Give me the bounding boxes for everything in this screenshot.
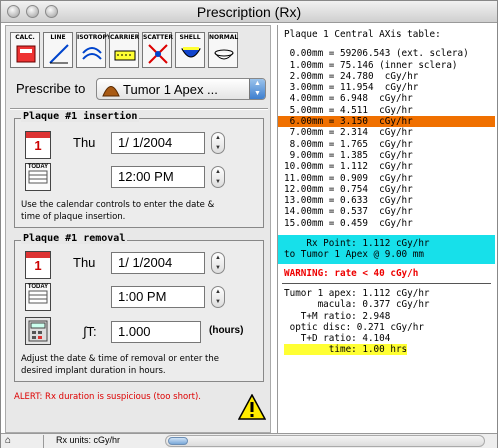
table-row: 6.00mm = 3.150 cGy/hr	[278, 116, 495, 128]
carrier-button[interactable]: CARRIER	[109, 32, 139, 68]
scatter-icon	[148, 44, 168, 64]
duration-label: ∫T:	[83, 324, 97, 339]
table-row: 1.00mm = 75.146 (inner sclera)	[284, 59, 458, 71]
table-row: 4.00mm = 6.948 cGy/hr	[284, 93, 413, 105]
line-icon	[49, 44, 69, 64]
table-row: 12.00mm = 0.754 cGy/hr	[284, 183, 413, 195]
calendar-grid-icon	[28, 170, 48, 184]
insertion-today-icon[interactable]: TODAY	[25, 163, 51, 191]
rx-point-box: Rx Point: 1.112 cGy/hr to Tumor 1 Apex @…	[278, 235, 495, 264]
summary-line: T+M ratio: 2.948	[284, 310, 391, 322]
warning-icon	[238, 394, 266, 420]
line-button[interactable]: LINE	[43, 32, 73, 68]
normal-icon	[214, 49, 234, 60]
scatter-button[interactable]: SCATTER	[142, 32, 173, 68]
summary-line: optic disc: 0.271 cGy/hr	[284, 321, 424, 333]
insertion-time-field[interactable]: 12:00 PM	[111, 166, 205, 188]
time-value: 1.00 hrs	[356, 344, 408, 356]
divider	[282, 282, 491, 284]
isotropy-button[interactable]: ISOTROPY	[76, 32, 111, 68]
summary-list: Tumor 1 apex: 1.112 cGy/hr macula: 0.377…	[278, 288, 495, 344]
rx-point-line1: Rx Point: 1.112 cGy/hr	[284, 238, 430, 250]
isotropy-icon	[82, 47, 102, 60]
time-label: time:	[284, 344, 357, 356]
axis-table-panel: Plaque 1 Central AXis table: 0.00mm = 59…	[277, 25, 495, 433]
table-row: 15.00mm = 0.459 cGy/hr	[284, 217, 413, 229]
insertion-help-text: Use the calendar controls to enter the d…	[21, 200, 215, 222]
dose-table: 0.00mm = 59206.543 (ext. sclera) 1.00mm …	[278, 48, 495, 229]
removal-date-stepper[interactable]: ▲ ▼	[211, 252, 225, 274]
removal-help-text: Adjust the date & time of removal or ent…	[21, 354, 219, 376]
left-panel: CALC. LINE ISOTROPY CARRIER SCATTER SHEL…	[5, 25, 271, 433]
summary-line: T+D ratio: 4.104	[284, 333, 391, 345]
prescription-window: Prescription (Rx) CALC. LINE ISOTROPY CA…	[0, 0, 498, 448]
table-row: 11.00mm = 0.909 cGy/hr	[284, 172, 413, 184]
window-title: Prescription (Rx)	[196, 4, 302, 20]
table-row: 2.00mm = 24.780 cGy/hr	[284, 70, 419, 82]
home-icon[interactable]: ⌂	[5, 435, 19, 447]
rx-point-line2: to Tumor 1 Apex @ 9.00 mm	[284, 249, 424, 261]
table-row: 14.00mm = 0.537 cGy/hr	[284, 206, 413, 218]
table-row: 13.00mm = 0.633 cGy/hr	[284, 195, 413, 207]
prescribe-target-popup[interactable]: Tumor 1 Apex ... ▲ ▼	[96, 78, 266, 100]
table-row: 8.00mm = 1.765 cGy/hr	[284, 138, 413, 150]
calc-icon	[16, 45, 36, 63]
divider	[10, 108, 268, 110]
insertion-day: Thu	[73, 135, 96, 150]
rate-warning: WARNING: rate < 40 cGy/h	[284, 267, 419, 279]
alert-text: ALERT: Rx duration is suspicious (too sh…	[14, 392, 201, 402]
table-row: 3.00mm = 11.954 cGy/hr	[284, 82, 419, 94]
removal-today-icon[interactable]: TODAY	[25, 283, 51, 311]
chevron-updown-icon: ▲ ▼	[249, 79, 265, 99]
removal-calendar-icon[interactable]: 1	[25, 251, 51, 279]
units-label: Rx units: cGy/hr	[43, 435, 165, 448]
prescribe-label: Prescribe to	[16, 81, 86, 96]
prescribe-target-value: Tumor 1 Apex ...	[123, 82, 218, 97]
normal-button[interactable]: NORMAL	[208, 32, 238, 68]
summary-line: Tumor 1 apex: 1.112 cGy/hr	[284, 287, 430, 299]
table-heading: Plaque 1 Central AXis table:	[284, 29, 441, 40]
table-row: 0.00mm = 59206.543 (ext. sclera)	[284, 48, 469, 60]
insertion-date-field[interactable]: 1/ 1/2004	[111, 132, 205, 154]
table-row: 7.00mm = 2.314 cGy/hr	[284, 127, 413, 139]
model-toolbar: CALC. LINE ISOTROPY CARRIER SCATTER SHEL…	[10, 32, 238, 68]
insertion-group: Plaque #1 insertion 1 TODAY Thu 1/ 1/200…	[14, 111, 264, 228]
horizontal-scrollbar[interactable]	[165, 435, 485, 447]
removal-time-field[interactable]: 1:00 PM	[111, 286, 205, 308]
status-bar: ⌂ Rx units: cGy/hr	[1, 433, 497, 448]
removal-title: Plaque #1 removal	[21, 233, 128, 244]
table-row: 10.00mm = 1.112 cGy/hr	[284, 161, 413, 173]
insertion-time-stepper[interactable]: ▲ ▼	[211, 166, 225, 188]
title-bar: Prescription (Rx)	[1, 1, 497, 23]
removal-time-stepper[interactable]: ▲ ▼	[211, 286, 225, 308]
duration-unit: (hours)	[209, 325, 244, 336]
removal-date-field[interactable]: 1/ 1/2004	[111, 252, 205, 274]
tumor-icon	[102, 86, 120, 97]
carrier-icon	[114, 50, 136, 61]
shell-icon	[181, 47, 201, 58]
shell-button[interactable]: SHELL	[175, 32, 205, 68]
table-row: 9.00mm = 1.385 cGy/hr	[284, 149, 413, 161]
removal-group: Plaque #1 removal 1 TODAY Thu 1/ 1/2004 …	[14, 233, 264, 382]
scroll-thumb[interactable]	[168, 437, 188, 445]
insertion-title: Plaque #1 insertion	[21, 111, 140, 122]
insertion-calendar-icon[interactable]: 1	[25, 131, 51, 159]
calendar-grid-icon	[28, 290, 48, 304]
calc-button[interactable]: CALC.	[10, 32, 40, 68]
summary-line: macula: 0.377 cGy/hr	[284, 299, 430, 311]
duration-field[interactable]: 1.000	[111, 321, 201, 343]
insertion-date-stepper[interactable]: ▲ ▼	[211, 132, 225, 154]
table-row: 5.00mm = 4.511 cGy/hr	[284, 104, 413, 116]
removal-day: Thu	[73, 255, 96, 270]
calculator-icon[interactable]	[25, 317, 51, 345]
time-line: time: 1.00 hrs	[278, 344, 495, 356]
